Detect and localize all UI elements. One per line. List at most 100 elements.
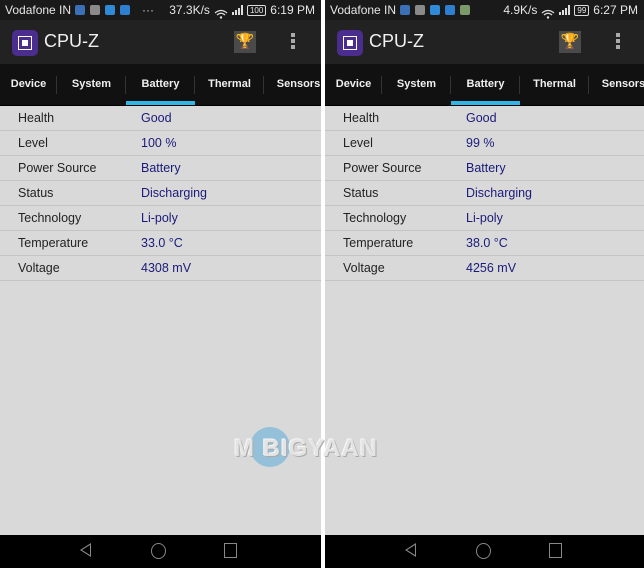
tab-battery[interactable]: Battery <box>126 64 195 105</box>
tab-label: Battery <box>466 78 505 90</box>
phone-screen-left: Vodafone IN ··· 37.3K/s 100 6:19 PM CPU-… <box>0 0 321 568</box>
row-value: 33.0 °C <box>141 236 183 250</box>
row-status: Status Discharging <box>0 181 321 206</box>
tab-system[interactable]: System <box>57 64 126 105</box>
row-label: Temperature <box>18 236 89 250</box>
message-notification-icon <box>430 5 440 15</box>
tab-label: Device <box>335 78 372 90</box>
row-voltage: Voltage 4256 mV <box>325 256 644 281</box>
carrier-name: Vodafone IN <box>330 3 397 17</box>
wifi-icon <box>541 5 555 19</box>
tab-device[interactable]: Device <box>325 64 382 105</box>
row-technology: Technology Li-poly <box>325 206 644 231</box>
network-speed: 4.9K/s <box>503 3 538 17</box>
home-icon[interactable] <box>476 543 491 559</box>
row-value: Battery <box>141 161 181 175</box>
tab-label: System <box>396 78 437 90</box>
row-value: 100 % <box>141 136 177 150</box>
row-value: 38.0 °C <box>466 236 508 250</box>
row-label: Level <box>343 136 373 150</box>
tab-device[interactable]: Device <box>0 64 57 105</box>
play-store-notification-icon <box>460 5 470 15</box>
tab-label: System <box>71 78 112 90</box>
row-label: Health <box>343 111 380 125</box>
row-health: Health Good <box>325 106 644 131</box>
row-label: Power Source <box>18 161 97 175</box>
row-value: Discharging <box>141 186 208 200</box>
notification-icon <box>75 5 85 15</box>
row-value: Good <box>466 111 497 125</box>
cpu-z-logo-icon <box>337 30 363 56</box>
row-voltage: Voltage 4308 mV <box>0 256 321 281</box>
status-right: 37.3K/s 100 6:19 PM <box>169 0 315 20</box>
cpu-z-logo-icon <box>12 30 38 56</box>
tab-thermal[interactable]: Thermal <box>520 64 589 105</box>
signal-icon <box>231 5 243 15</box>
row-value: 4308 mV <box>141 261 192 275</box>
row-label: Health <box>18 111 55 125</box>
row-level: Level 100 % <box>0 131 321 156</box>
battery-info-list: Health Good Level 99 % Power Source Battery… <box>325 106 644 281</box>
signal-icon <box>559 5 571 15</box>
status-bar: Vodafone IN 4.9K/s 99 6:27 PM <box>325 0 644 20</box>
row-health: Health Good <box>0 106 321 131</box>
back-icon[interactable] <box>405 543 416 557</box>
back-icon[interactable] <box>80 543 91 557</box>
app-title: CPU-Z <box>44 31 99 51</box>
overflow-menu-icon[interactable] <box>616 33 621 49</box>
row-label: Technology <box>343 211 407 225</box>
gallery-notification-icon <box>415 5 425 15</box>
status-bar: Vodafone IN ··· 37.3K/s 100 6:19 PM <box>0 0 321 20</box>
carrier-name: Vodafone IN <box>5 3 72 17</box>
tab-label: Thermal <box>208 78 251 90</box>
notification-icon <box>400 5 410 15</box>
recent-apps-icon[interactable] <box>224 543 237 558</box>
row-label: Level <box>18 136 48 150</box>
battery-icon: 99 <box>574 4 590 16</box>
row-value: Good <box>141 111 172 125</box>
battery-info-list: Health Good Level 100 % Power Source Batter… <box>0 106 321 281</box>
gallery-notification-icon <box>90 5 100 15</box>
row-label: Power Source <box>343 161 422 175</box>
status-right: 4.9K/s 99 6:27 PM <box>503 0 638 20</box>
wifi-icon <box>214 5 228 19</box>
battery-icon: 100 <box>246 4 267 16</box>
tab-label: Sensors <box>276 78 321 90</box>
tab-system[interactable]: System <box>382 64 451 105</box>
row-value: 99 % <box>466 136 495 150</box>
tab-label: Device <box>10 78 47 90</box>
row-label: Status <box>18 186 54 200</box>
row-level: Level 99 % <box>325 131 644 156</box>
row-value: Battery <box>466 161 506 175</box>
notification-icons <box>75 5 130 15</box>
app-bar: CPU-Z 🏆 <box>0 20 321 64</box>
row-power-source: Power Source Battery <box>0 156 321 181</box>
row-value: Discharging <box>466 186 533 200</box>
notification-icons <box>400 5 470 15</box>
recent-apps-icon[interactable] <box>549 543 562 558</box>
row-label: Voltage <box>18 261 60 275</box>
home-icon[interactable] <box>151 543 166 559</box>
tab-sensors[interactable]: Sensors <box>589 64 644 105</box>
trophy-icon[interactable]: 🏆 <box>234 31 256 53</box>
row-label: Status <box>343 186 379 200</box>
row-temperature: Temperature 38.0 °C <box>325 231 644 256</box>
tab-battery[interactable]: Battery <box>451 64 520 105</box>
row-power-source: Power Source Battery <box>325 156 644 181</box>
navigation-bar <box>0 535 321 568</box>
navigation-bar <box>325 535 644 568</box>
tab-sensors[interactable]: Sensors <box>264 64 321 105</box>
app-title: CPU-Z <box>369 31 424 51</box>
row-technology: Technology Li-poly <box>0 206 321 231</box>
phone-screen-right: Vodafone IN 4.9K/s 99 6:27 PM CPU-Z 🏆 De… <box>325 0 644 568</box>
row-temperature: Temperature 33.0 °C <box>0 231 321 256</box>
row-label: Temperature <box>343 236 414 250</box>
tab-bar: Device System Battery Thermal Sensors <box>0 64 321 106</box>
bluetooth-notification-icon <box>445 5 455 15</box>
trophy-icon[interactable]: 🏆 <box>559 31 581 53</box>
tab-thermal[interactable]: Thermal <box>195 64 264 105</box>
tab-label: Battery <box>141 78 180 90</box>
row-value: Li-poly <box>466 211 503 225</box>
tab-label: Thermal <box>533 78 576 90</box>
overflow-menu-icon[interactable] <box>291 33 296 49</box>
